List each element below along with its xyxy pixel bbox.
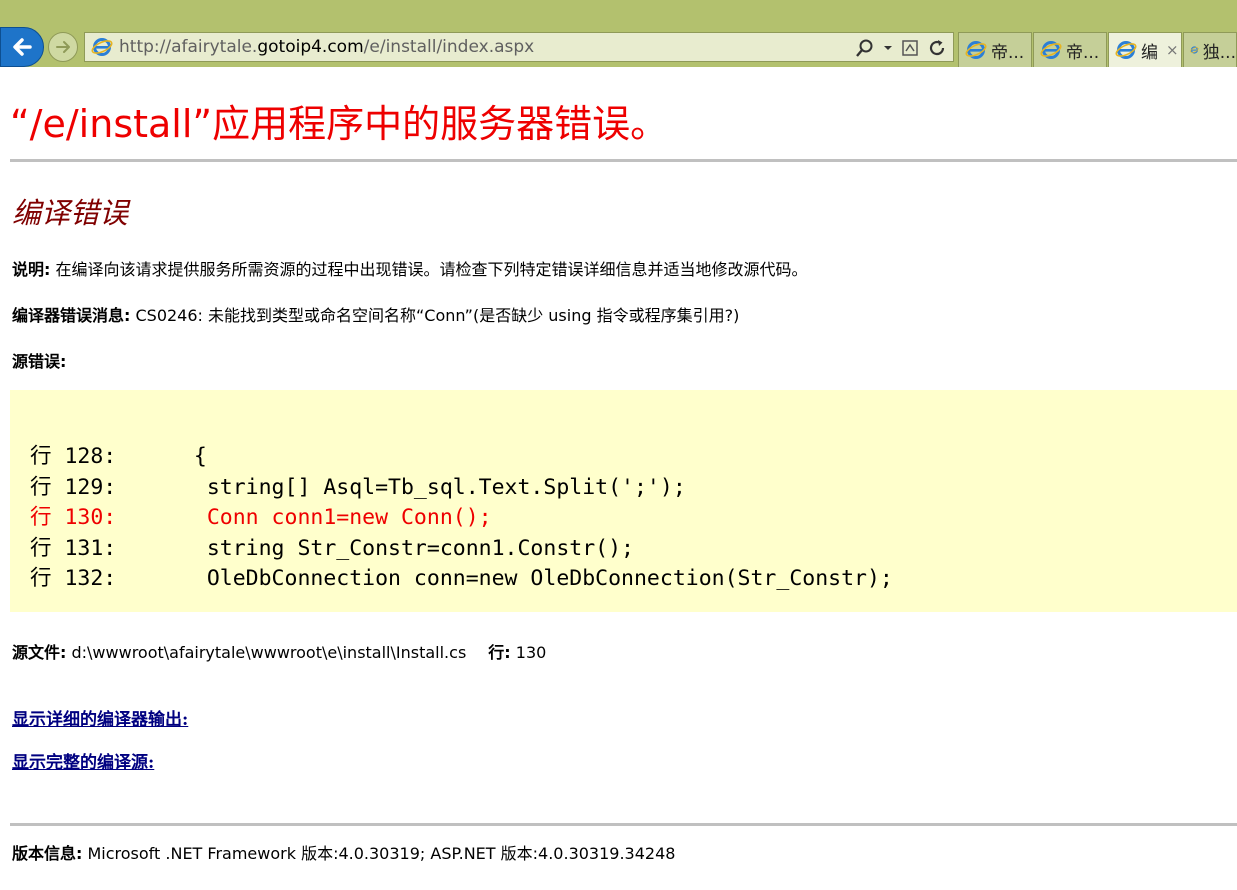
forward-button[interactable]	[48, 32, 78, 62]
tab-label: 编	[1141, 42, 1158, 63]
compiler-message: 编译器错误消息: CS0246: 未能找到类型或命名空间名称“Conn”(是否缺…	[12, 302, 739, 326]
divider-top	[10, 159, 1237, 162]
show-full-source-link[interactable]: 显示完整的编译源:	[12, 748, 154, 773]
divider-bottom	[10, 823, 1237, 826]
source-file-path: d:\wwwroot\afairytale\wwwroot\e\install\…	[66, 643, 467, 662]
page-title: “/e/install”应用程序中的服务器错误。	[10, 102, 669, 146]
close-icon[interactable]: ×	[1166, 41, 1179, 59]
ie-icon	[965, 41, 987, 59]
line-number: 130	[510, 643, 547, 662]
version-label: 版本信息:	[12, 844, 83, 863]
compiler-message-label: 编译器错误消息:	[12, 306, 131, 325]
compiler-message-text: CS0246: 未能找到类型或命名空间名称“Conn”(是否缺少 using 指…	[130, 306, 740, 325]
back-button[interactable]	[0, 27, 44, 67]
source-file: 源文件: d:\wwwroot\afairytale\wwwroot\e\ins…	[12, 639, 546, 663]
chevron-down-icon[interactable]	[883, 38, 893, 58]
url-text: http://afairytale.gotoip4.com/e/install/…	[119, 37, 534, 57]
address-tools	[855, 37, 947, 59]
line-label: 行:	[488, 643, 511, 662]
code-line: 行 132: OleDbConnection conn=new OleDbCon…	[30, 566, 893, 591]
forward-arrow-icon	[56, 41, 70, 53]
tab-1[interactable]: 帝...	[958, 32, 1032, 67]
url-prefix: http://afairytale.	[119, 37, 258, 57]
back-arrow-icon	[13, 38, 32, 56]
url-host: gotoip4.com	[257, 37, 364, 57]
ie-icon	[1115, 41, 1137, 59]
version-info: 版本信息: Microsoft .NET Framework 版本:4.0.30…	[12, 840, 675, 864]
tab-2[interactable]: 帝...	[1033, 32, 1107, 67]
compatibility-icon[interactable]	[901, 38, 919, 58]
browser-toolbar: http://afairytale.gotoip4.com/e/install/…	[0, 0, 1237, 67]
tab-4[interactable]: 独...	[1183, 32, 1237, 67]
code-line: 行 128: {	[30, 444, 207, 469]
tab-3-active[interactable]: 编 ×	[1108, 32, 1182, 67]
search-icon[interactable]	[855, 38, 875, 58]
ie-icon	[1190, 46, 1199, 54]
refresh-icon[interactable]	[927, 38, 947, 58]
description-text: 在编译向该请求提供服务所需资源的过程中出现错误。请检查下列特定错误详细信息并适当…	[50, 260, 808, 279]
source-code-block: 行 128: { 行 129: string[] Asql=Tb_sql.Tex…	[10, 390, 1237, 612]
source-error-heading: 源错误:	[12, 348, 66, 372]
tab-label: 帝...	[1066, 42, 1100, 63]
url-suffix: /e/install/index.aspx	[363, 37, 535, 57]
version-text: Microsoft .NET Framework 版本:4.0.30319; A…	[82, 844, 676, 863]
description-label: 说明:	[12, 260, 51, 279]
tab-label: 帝...	[991, 42, 1025, 63]
source-file-label: 源文件:	[12, 643, 67, 662]
source-error-label: 源错误:	[12, 352, 67, 371]
ie-icon	[1040, 41, 1062, 59]
description: 说明: 在编译向该请求提供服务所需资源的过程中出现错误。请检查下列特定错误详细信…	[12, 256, 808, 280]
show-compiler-output-link[interactable]: 显示详细的编译器输出:	[12, 705, 188, 730]
code-line: 行 129: string[] Asql=Tb_sql.Text.Split('…	[30, 474, 686, 500]
section-title: 编译错误	[12, 196, 129, 230]
ie-icon	[91, 38, 113, 56]
tab-label: 独...	[1202, 42, 1236, 63]
code-line-error: 行 130: Conn conn1=new Conn();	[30, 505, 492, 530]
address-bar[interactable]: http://afairytale.gotoip4.com/e/install/…	[84, 32, 954, 62]
code-line: 行 131: string Str_Constr=conn1.Constr();	[30, 535, 634, 561]
